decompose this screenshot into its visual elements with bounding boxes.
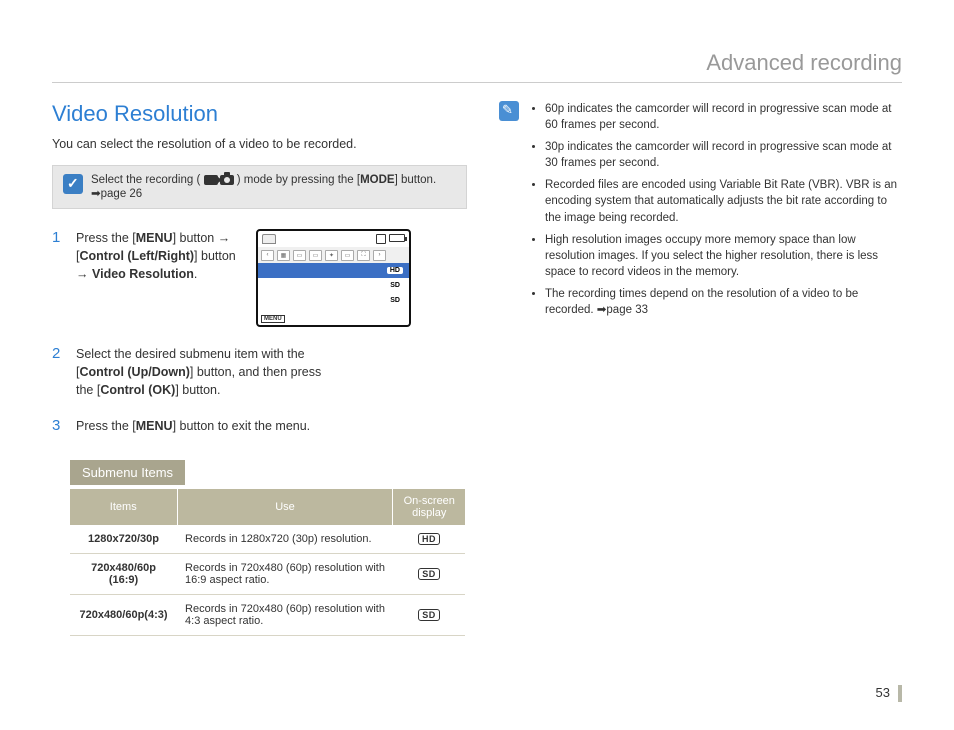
page-number: 53: [876, 685, 902, 702]
step-number: 2: [52, 345, 66, 399]
step-number: 3: [52, 417, 66, 435]
table-header-osd: On-screen display: [393, 489, 465, 525]
lcd-list: HD SD SD: [258, 263, 409, 308]
note-icon: [499, 101, 519, 121]
step-1: 1 Press the [MENU] button → [Control (Le…: [52, 229, 467, 327]
right-column: 60p indicates the camcorder will record …: [499, 101, 902, 636]
mode-note-text: Select the recording ( ) mode by pressin…: [91, 174, 456, 200]
sd-badge-icon: SD: [418, 568, 440, 580]
lcd-nav-right-icon: ›: [373, 250, 386, 261]
note-item: High resolution images occupy more memor…: [545, 232, 902, 280]
intro-text: You can select the resolution of a video…: [52, 137, 467, 151]
lcd-tab-icon: [262, 234, 276, 244]
lcd-preview: ‹ ▦ ▭ ▭ ✦ ▭ ⛶ › HD SD: [256, 229, 411, 327]
step-text: Press the [MENU] button to exit the menu…: [76, 417, 310, 435]
chapter-title: Advanced recording: [52, 50, 902, 83]
lcd-option-icon: ▦: [277, 250, 290, 261]
note-item: Recorded files are encoded using Variabl…: [545, 177, 902, 225]
step-text: Press the [MENU] button → [Control (Left…: [76, 229, 246, 283]
step-number: 1: [52, 229, 66, 327]
steps-list: 1 Press the [MENU] button → [Control (Le…: [52, 229, 467, 436]
lcd-list-item: HD: [258, 263, 409, 278]
battery-icon: [389, 234, 405, 242]
camera-icon: [220, 175, 234, 185]
hd-badge-icon: HD: [418, 533, 440, 545]
note-item: 30p indicates the camcorder will record …: [545, 139, 902, 171]
table-row: 720x480/60p (16:9) Records in 720x480 (6…: [70, 553, 465, 594]
content-columns: Video Resolution You can select the reso…: [52, 101, 902, 636]
lcd-option-icon: ▭: [293, 250, 306, 261]
section-title: Video Resolution: [52, 101, 467, 127]
step-text: Select the desired submenu item with the…: [76, 345, 326, 399]
lcd-list-item: SD: [258, 293, 409, 308]
sd-badge-icon: SD: [418, 609, 440, 621]
lcd-toolbar: ‹ ▦ ▭ ▭ ✦ ▭ ⛶ ›: [258, 247, 409, 263]
lcd-menu-label: MENU: [261, 315, 285, 323]
video-camera-icon: [204, 175, 218, 185]
submenu-heading: Submenu Items: [70, 460, 185, 485]
card-icon: [376, 234, 386, 244]
check-icon: [63, 174, 83, 194]
lcd-option-icon: ▭: [309, 250, 322, 261]
mode-note-box: Select the recording ( ) mode by pressin…: [52, 165, 467, 209]
left-column: Video Resolution You can select the reso…: [52, 101, 467, 636]
step-2: 2 Select the desired submenu item with t…: [52, 345, 467, 399]
lcd-option-icon: ⛶: [357, 250, 370, 261]
table-header-items: Items: [70, 489, 177, 525]
step-3: 3 Press the [MENU] button to exit the me…: [52, 417, 467, 435]
table-header-use: Use: [177, 489, 393, 525]
lcd-nav-left-icon: ‹: [261, 250, 274, 261]
notes-list: 60p indicates the camcorder will record …: [529, 101, 902, 324]
mode-icons: [204, 175, 234, 185]
note-item: 60p indicates the camcorder will record …: [545, 101, 902, 133]
submenu-table: Items Use On-screen display 1280x720/30p…: [70, 489, 465, 636]
lcd-list-item: SD: [258, 278, 409, 293]
table-row: 1280x720/30p Records in 1280x720 (30p) r…: [70, 525, 465, 554]
note-item: The recording times depend on the resolu…: [545, 286, 902, 318]
table-row: 720x480/60p(4:3) Records in 720x480 (60p…: [70, 594, 465, 635]
lcd-option-icon: ✦: [325, 250, 338, 261]
lcd-option-icon: ▭: [341, 250, 354, 261]
